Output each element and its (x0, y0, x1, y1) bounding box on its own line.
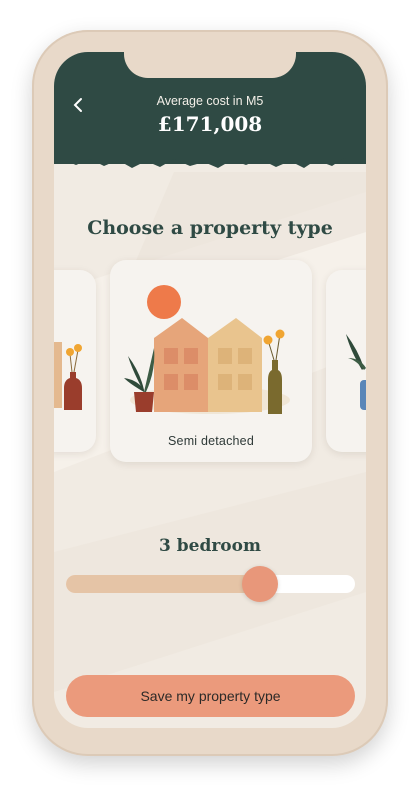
property-card-previous[interactable] (54, 270, 96, 452)
bedroom-count-label: 3 bedroom (159, 536, 261, 556)
phone-notch (124, 52, 296, 78)
bedroom-slider[interactable] (66, 566, 355, 602)
save-property-type-button[interactable]: Save my property type (66, 675, 355, 717)
header-subtitle: Average cost in M5 (156, 94, 264, 108)
header-torn-edge (54, 148, 366, 168)
property-illustration (54, 342, 82, 410)
page-title: Choose a property type (87, 217, 333, 239)
slider-thumb[interactable] (241, 566, 278, 602)
property-card-semi-detached[interactable]: Semi detached (110, 260, 312, 462)
app-screen: Average cost in M5 £171,008 Choose a pro… (54, 52, 366, 728)
property-illustration (346, 334, 366, 410)
slider-fill (66, 575, 260, 593)
property-card-next[interactable] (326, 270, 366, 452)
average-cost-value: £171,008 (157, 112, 263, 136)
property-type-label: Semi detached (168, 434, 254, 448)
semi-detached-house-illustration (124, 285, 290, 414)
